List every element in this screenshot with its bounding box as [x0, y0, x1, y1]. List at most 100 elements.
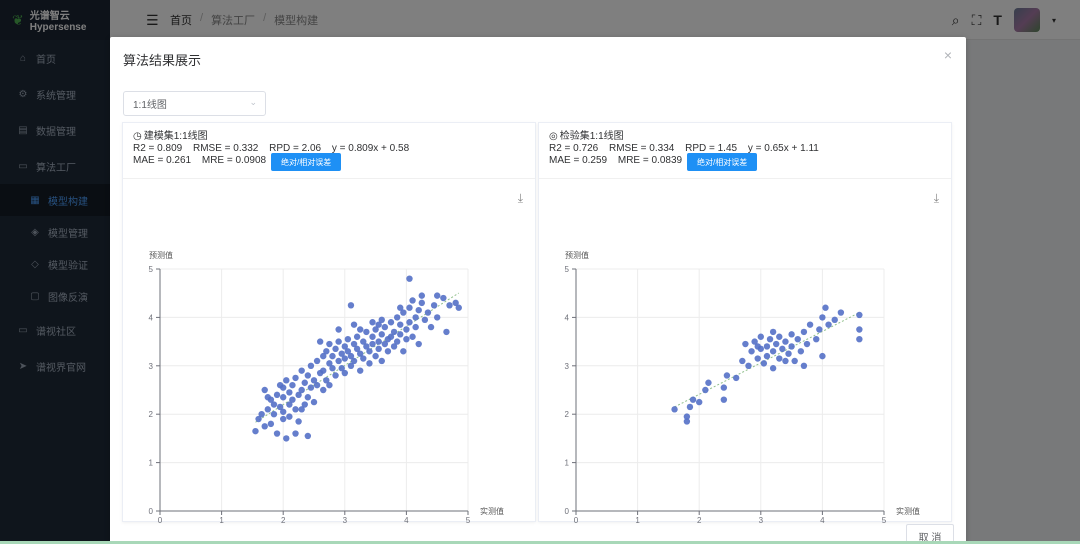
data-point [819, 352, 826, 360]
data-point [335, 357, 342, 365]
data-point [375, 321, 382, 328]
data-point [760, 360, 768, 367]
error-toggle-button[interactable]: 绝对/相对误差 [271, 153, 342, 171]
data-point [292, 406, 299, 413]
y-tick-label: 2 [565, 410, 570, 419]
data-point [400, 348, 407, 355]
data-point [720, 396, 728, 403]
y-tick-label: 5 [149, 265, 154, 274]
data-point [397, 331, 404, 338]
x-tick-label: 0 [574, 516, 579, 523]
error-toggle-button[interactable]: 绝对/相对误差 [687, 153, 758, 171]
data-point [286, 413, 293, 420]
validation-scatter-chart: 预测值实测值 0 1 2 3 4 5 0 1 2 3 4 5 [565, 250, 920, 523]
data-point [813, 335, 820, 343]
calibration-scatter-chart: 预测值实测值 0 1 2 3 4 5 0 1 2 3 4 5 [149, 250, 504, 523]
data-point [298, 386, 305, 394]
data-point [307, 362, 315, 369]
data-point [350, 357, 358, 365]
data-point [261, 423, 268, 430]
data-point [357, 326, 364, 333]
data-point [769, 328, 777, 336]
data-point [739, 357, 746, 365]
x-tick-label: 4 [820, 516, 825, 523]
data-point [702, 386, 709, 394]
data-point [776, 355, 783, 362]
data-point [773, 340, 780, 348]
data-point [357, 367, 364, 374]
x-tick-label: 3 [759, 516, 764, 523]
data-point [280, 415, 287, 423]
data-point [412, 314, 419, 321]
data-point [788, 343, 795, 350]
data-point [797, 348, 805, 355]
data-point [856, 311, 863, 319]
data-point [384, 348, 392, 355]
data-point [822, 304, 829, 311]
data-point [794, 335, 801, 343]
data-point [350, 321, 358, 328]
data-point [455, 304, 462, 311]
x-tick-label: 2 [697, 516, 702, 523]
data-point [418, 292, 425, 299]
data-point [390, 328, 398, 336]
y-axis-label: 预测值 [565, 250, 589, 260]
data-point [341, 369, 348, 377]
chart-type-select[interactable]: 1:1线图 ⌄ [123, 91, 266, 116]
data-point [292, 374, 299, 382]
data-point [304, 372, 312, 379]
data-point [258, 411, 265, 418]
y-tick-label: 1 [149, 459, 154, 468]
x-tick-label: 0 [158, 516, 163, 523]
data-point [323, 348, 330, 355]
data-point [270, 401, 278, 408]
select-value: 1:1线图 [133, 100, 167, 111]
data-point [363, 328, 370, 336]
data-point [837, 309, 845, 316]
data-point [335, 338, 342, 345]
data-point [825, 321, 832, 328]
data-point [434, 314, 441, 321]
calibration-panel: ◷ 建模集1:1线图 R2 = 0.809 RMSE = 0.332 RPD = … [122, 122, 536, 523]
data-point [353, 333, 361, 340]
data-point [800, 362, 808, 369]
data-point [788, 331, 795, 338]
data-point [406, 319, 413, 326]
data-point [406, 304, 413, 311]
y-axis-label: 预测值 [149, 250, 173, 260]
data-point [264, 406, 271, 413]
data-point [819, 314, 826, 321]
data-point [782, 357, 789, 365]
data-point [393, 314, 401, 321]
data-point [440, 294, 447, 302]
data-point [307, 384, 315, 391]
data-point [366, 348, 373, 355]
data-point [289, 396, 296, 403]
data-point [427, 323, 435, 331]
data-point [316, 338, 324, 345]
data-point [298, 406, 305, 413]
data-point [397, 321, 404, 328]
data-point [769, 365, 777, 372]
close-icon[interactable]: × [944, 47, 952, 63]
data-point [769, 348, 777, 355]
data-point [283, 435, 290, 442]
data-point [816, 326, 823, 333]
data-point [397, 304, 404, 311]
data-point [378, 331, 385, 338]
data-point [403, 335, 410, 343]
data-point [785, 350, 792, 357]
y-tick-label: 4 [149, 313, 154, 322]
data-point [375, 338, 382, 345]
data-point [748, 348, 755, 355]
y-tick-label: 4 [565, 313, 570, 322]
data-point [329, 352, 336, 360]
data-point [800, 328, 808, 336]
data-point [329, 365, 336, 372]
data-point [406, 275, 413, 282]
data-point [415, 306, 422, 314]
data-point [393, 338, 401, 345]
data-point [757, 333, 764, 340]
x-tick-label: 5 [882, 516, 887, 523]
data-point [782, 338, 789, 345]
